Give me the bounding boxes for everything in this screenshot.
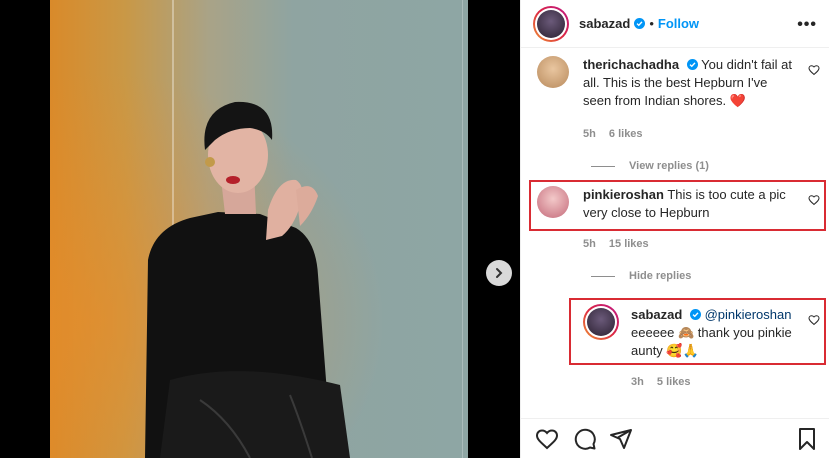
comment-username[interactable]: therichachadha bbox=[583, 57, 679, 72]
bookmark-icon[interactable] bbox=[795, 427, 819, 451]
reply-likes[interactable]: 5 likes bbox=[657, 376, 691, 388]
author-avatar[interactable] bbox=[533, 5, 569, 42]
comment-time: 5h bbox=[583, 128, 596, 140]
hide-replies-button[interactable]: Hide replies bbox=[591, 270, 691, 282]
post-header: sabazad • Follow ••• bbox=[521, 0, 829, 48]
share-icon[interactable] bbox=[609, 427, 633, 451]
follow-button[interactable]: Follow bbox=[658, 16, 699, 31]
comments-list: therichachadha You didn't fail at all. T… bbox=[521, 48, 829, 418]
author-username[interactable]: sabazad bbox=[579, 16, 630, 31]
more-options-icon[interactable]: ••• bbox=[797, 16, 817, 34]
woman-figure bbox=[145, 101, 350, 458]
comment-icon[interactable] bbox=[573, 427, 597, 451]
view-replies-button[interactable]: View replies (1) bbox=[591, 160, 709, 172]
commenter-avatar[interactable] bbox=[537, 56, 569, 88]
post-side-panel: sabazad • Follow ••• therichachadha You … bbox=[520, 0, 829, 458]
highlight-box bbox=[529, 180, 826, 231]
reply-time: 3h bbox=[631, 376, 644, 388]
comment-likes[interactable]: 6 likes bbox=[609, 128, 643, 140]
post-media bbox=[0, 0, 520, 458]
verified-badge-icon bbox=[634, 18, 646, 29]
verified-badge-icon bbox=[686, 59, 698, 70]
heart-icon[interactable] bbox=[535, 427, 559, 451]
next-slide-button[interactable] bbox=[486, 260, 512, 286]
highlight-box bbox=[569, 298, 826, 365]
post-photo bbox=[50, 0, 468, 458]
like-comment-heart-icon[interactable] bbox=[808, 64, 820, 76]
separator-dot: • bbox=[649, 16, 654, 31]
comment-likes[interactable]: 15 likes bbox=[609, 238, 649, 250]
post-actions-bar bbox=[521, 418, 829, 458]
chevron-right-icon bbox=[496, 268, 503, 278]
comment-time: 5h bbox=[583, 238, 596, 250]
